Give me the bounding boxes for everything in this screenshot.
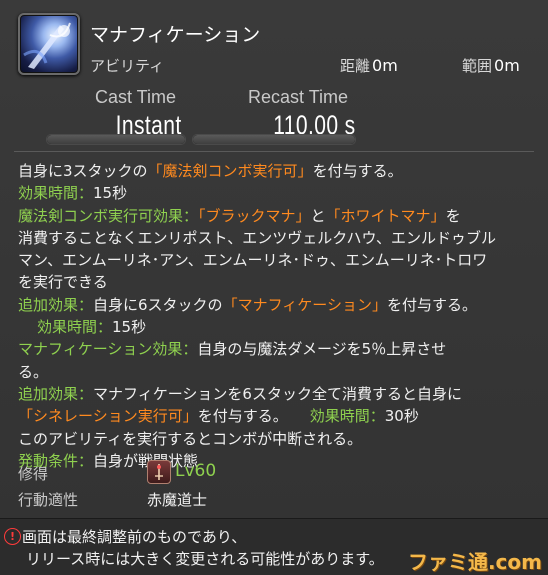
desc-line: を実行できる: [18, 273, 108, 292]
distance-info: 距離 0m: [340, 55, 398, 76]
desc-line: 追加効果：自身に6スタックの「マナフィケーション」を付与する。: [18, 295, 477, 314]
sword-magic-icon: [18, 13, 80, 75]
recast-bar: [192, 134, 356, 145]
divider: [14, 151, 534, 152]
disclaimer-line: 画面は最終調整前のものであり、: [22, 528, 247, 546]
ability-tooltip: マナフィケーション アビリティ 距離 0m 範囲 0m Cast Time Reca…: [0, 0, 548, 519]
distance-label: 距離: [340, 57, 371, 75]
cast-bar: [46, 134, 186, 145]
radius-label: 範囲: [462, 57, 493, 75]
desc-line: 効果時間：15秒: [37, 318, 147, 337]
disclaimer-line: リリース時には大きく変更される可能性があります。: [26, 550, 384, 568]
class-label: 行動適性: [18, 491, 79, 509]
desc-line: 追加効果：マナフィケーションを6スタック全て消費すると自身に: [18, 384, 462, 403]
desc-line: 効果時間：15秒: [18, 184, 128, 203]
distance-value: 0m: [372, 56, 398, 75]
learn-level: Lv60: [175, 461, 217, 481]
desc-line: 魔法剣コンボ実行可効果：「ブラックマナ」と「ホワイトマナ」を: [18, 206, 461, 225]
warning-icon: !: [4, 528, 21, 545]
watermark-logo: ファミ通.com: [407, 550, 542, 574]
learn-label: 修得: [18, 465, 49, 483]
desc-line: マン、エンムーリネ･アン、エンムーリネ･ドゥ、エンムーリネ･トロワ: [18, 251, 488, 270]
radius-value: 0m: [494, 56, 520, 75]
cast-time-label: Cast Time: [95, 87, 177, 107]
desc-line: マナフィケーション効果：自身の与魔法ダメージを5％上昇させ: [18, 340, 447, 359]
desc-line: 消費することなくエンリポスト、エンツヴェルクハウ、エンルドゥブル: [18, 228, 497, 247]
ability-category: アビリティ: [90, 57, 165, 75]
desc-line: 自身に3スタックの「魔法剣コンボ実行可」を付与する。: [18, 162, 403, 180]
disclaimer: 画面は最終調整前のものであり、 リリース時には大きく変更される可能性があります。: [22, 526, 384, 570]
recast-time-label: Recast Time: [248, 87, 349, 107]
desc-line: このアビリティを実行するとコンボが中断される。: [18, 429, 363, 448]
ability-description: 自身に3スタックの「魔法剣コンボ実行可」を付与する。 効果時間：15秒 魔法剣コ…: [18, 160, 538, 472]
red-mage-icon: [147, 460, 171, 484]
desc-line: る。: [18, 362, 49, 381]
ability-title: マナフィケーション: [90, 24, 261, 46]
desc-line: 発動条件：自身が戦闘状態: [18, 451, 199, 470]
radius-info: 範囲 0m: [462, 55, 520, 76]
class-value: 赤魔道士: [147, 491, 208, 509]
desc-line: 「シネレーション実行可」を付与する。 効果時間：30秒: [18, 407, 419, 426]
